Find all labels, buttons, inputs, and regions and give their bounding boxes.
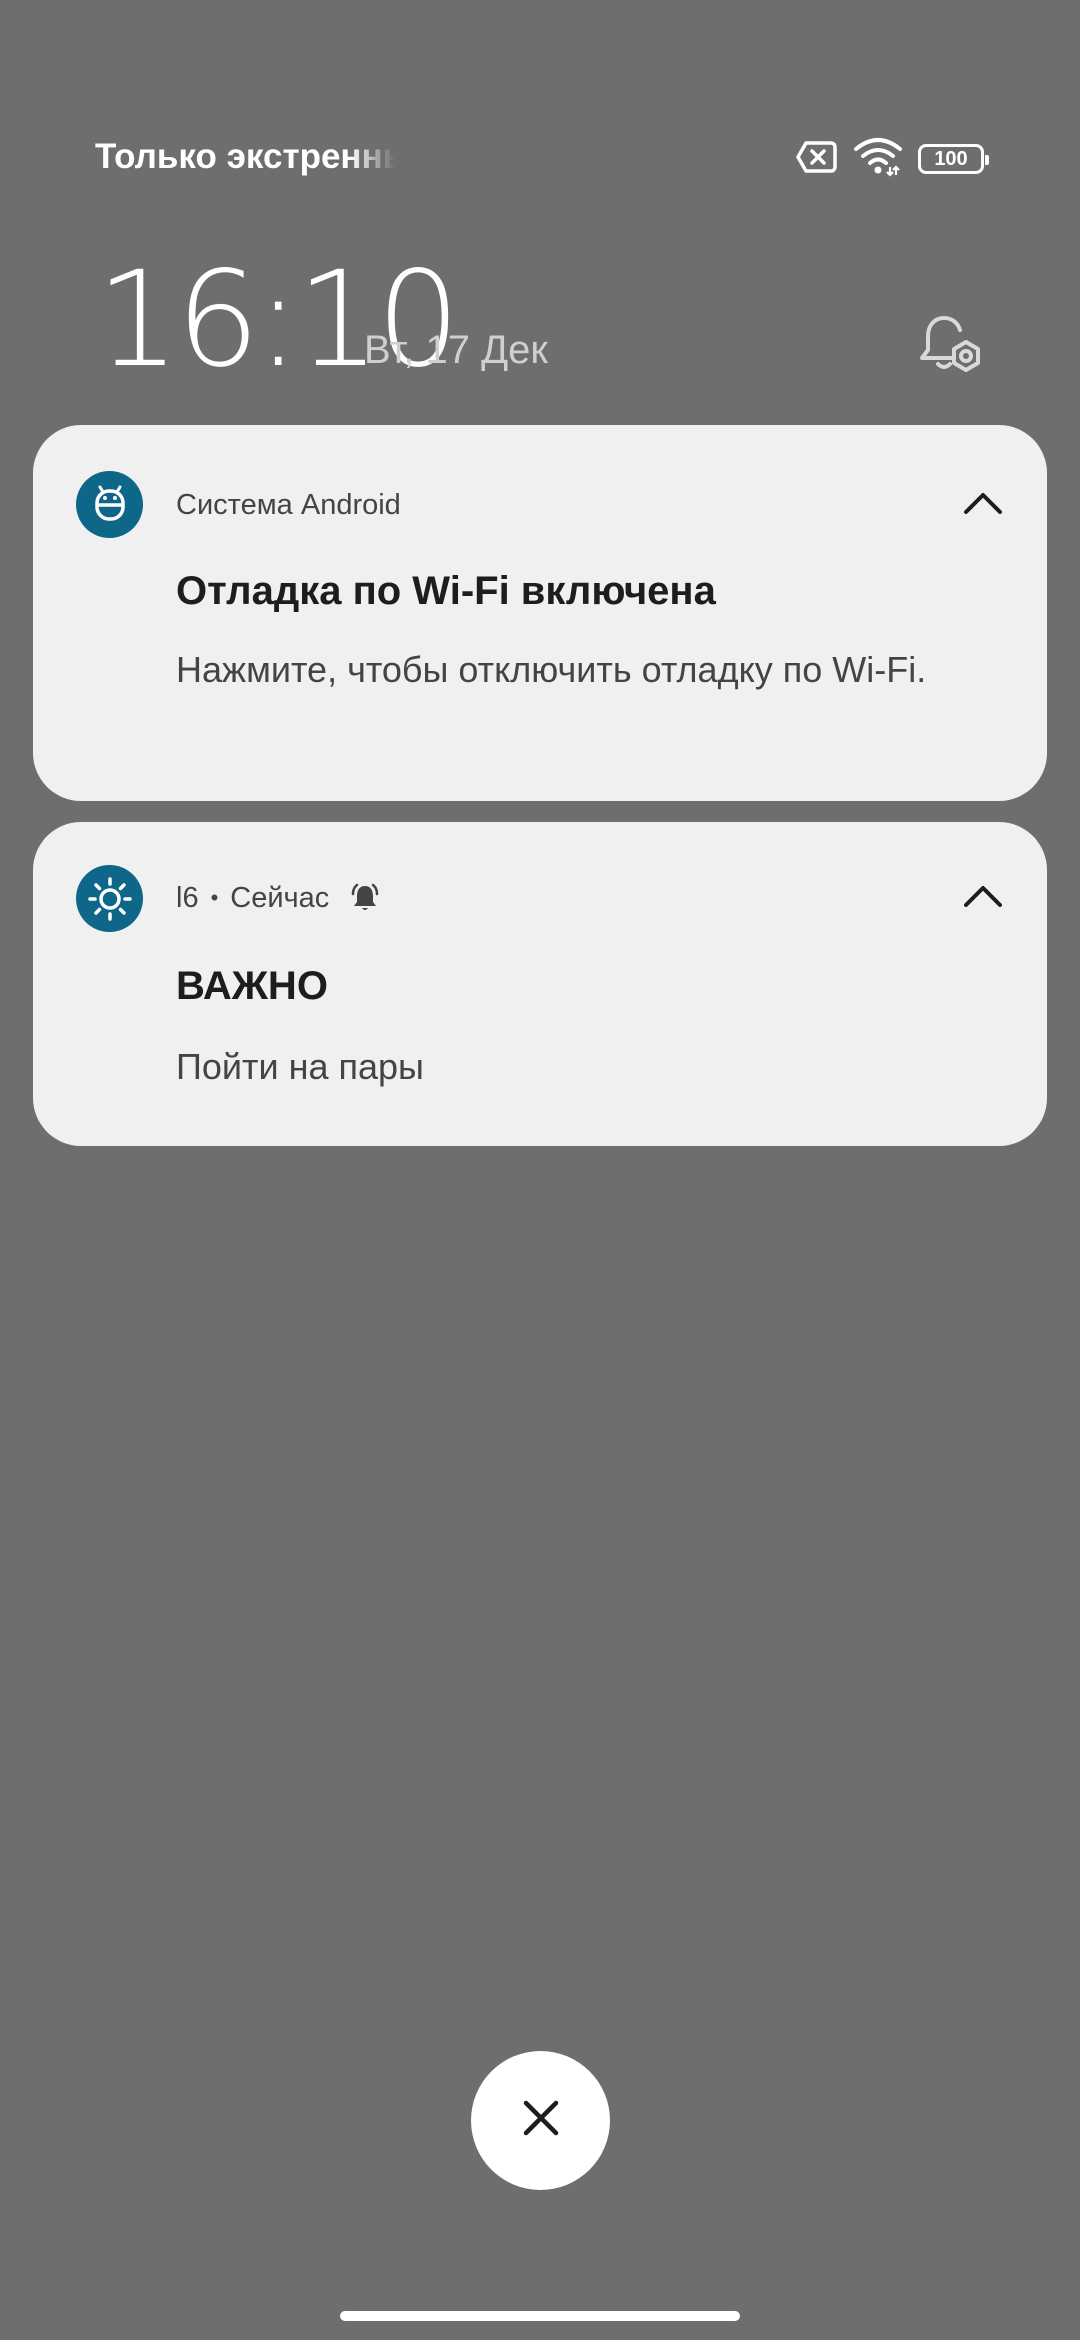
chevron-up-icon[interactable] <box>959 872 1007 920</box>
battery-icon: 100 <box>918 144 989 174</box>
chevron-up-icon[interactable] <box>959 479 1007 527</box>
notification-title: ВАЖНО <box>176 964 328 1008</box>
notification-card[interactable]: l6 • Сейчас ВАЖНО Пойти на пары <box>33 822 1047 1146</box>
notification-text: Нажмите, чтобы отключить отладку по Wi-F… <box>176 649 927 690</box>
dismiss-all-button[interactable] <box>471 2051 610 2190</box>
home-indicator[interactable] <box>340 2311 740 2321</box>
separator-dot: • <box>210 885 219 910</box>
status-icons: 100 <box>796 137 989 182</box>
sun-icon <box>76 865 143 932</box>
app-name: Система Android <box>176 488 401 521</box>
date: Вт, 17 Дек <box>364 328 548 372</box>
android-icon <box>76 471 143 538</box>
status-bar: Только экстренные 100 <box>0 0 1080 200</box>
battery-level: 100 <box>934 147 968 170</box>
app-name: l6 <box>176 881 199 914</box>
notification-title: Отладка по Wi-Fi включена <box>176 569 716 613</box>
notification-time: Сейчас <box>230 881 330 914</box>
notification-header: Система Android <box>176 485 401 525</box>
bell-icon <box>349 882 381 914</box>
close-icon <box>521 2098 561 2143</box>
wifi-icon <box>854 137 902 182</box>
lockscreen-header: 16:10 Вт, 17 Дек <box>0 250 1080 390</box>
bell-settings-icon[interactable] <box>916 312 988 384</box>
carrier-text: Только экстренные <box>95 137 395 176</box>
no-sim-icon <box>796 140 838 179</box>
notification-card[interactable]: Система Android Отладка по Wi-Fi включен… <box>33 425 1047 801</box>
notification-text: Пойти на пары <box>176 1046 424 1087</box>
notification-header: l6 • Сейчас <box>176 878 381 918</box>
